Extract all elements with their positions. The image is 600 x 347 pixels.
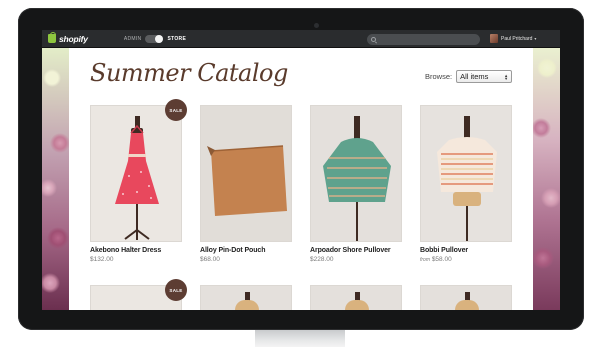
product-card[interactable]: Arpoador Shore Pullover $228.00 (310, 105, 402, 263)
product-name[interactable]: Arpoador Shore Pullover (310, 247, 402, 254)
product-name[interactable]: Alloy Pin-Dot Pouch (200, 247, 292, 254)
logo-text: shopify (59, 33, 88, 44)
browse-label: Browse: (425, 72, 453, 81)
product-image[interactable] (420, 285, 512, 310)
product-image[interactable] (200, 105, 292, 242)
product-card[interactable] (310, 285, 402, 310)
browse-filter: Browse: All items ▲ ▼ (425, 70, 513, 83)
product-card[interactable] (420, 285, 512, 310)
product-image[interactable] (200, 285, 292, 310)
mode-admin-label[interactable]: ADMIN (124, 36, 142, 42)
chevron-down-icon: ▾ (534, 36, 537, 41)
avatar (490, 34, 498, 43)
product-card[interactable] (200, 285, 292, 310)
mode-toggle-switch[interactable] (145, 34, 164, 43)
price-value: $68.00 (200, 256, 220, 263)
product-price: $228.00 (310, 256, 402, 263)
product-image[interactable] (420, 105, 512, 242)
product-card[interactable]: SALE (90, 279, 187, 310)
sale-badge: SALE (165, 279, 187, 301)
admin-store-toggle[interactable]: ADMIN STORE (124, 34, 186, 43)
shopify-bag-icon (48, 32, 56, 43)
product-price: from $58.00 (420, 256, 512, 263)
pouch-art (207, 145, 287, 216)
product-price: $132.00 (90, 256, 182, 263)
page-title: Summer Catalog (90, 59, 288, 87)
background-flowers-left (42, 48, 69, 310)
search-input[interactable] (379, 36, 474, 43)
product-image[interactable] (310, 285, 402, 310)
product-price: $68.00 (200, 256, 292, 263)
product-card[interactable]: Alloy Pin-Dot Pouch $68.00 (200, 105, 292, 263)
sale-badge: SALE (165, 99, 187, 121)
background-flowers-right (533, 48, 560, 310)
screen: shopify ADMIN STORE Paul Pritchard ▾ Sum… (42, 30, 560, 310)
admin-bar: shopify ADMIN STORE Paul Pritchard ▾ (42, 30, 560, 48)
price-value: $228.00 (310, 256, 334, 263)
product-card[interactable]: SALE Akebono Halter Dress $132.00 (90, 99, 187, 263)
product-name[interactable]: Akebono Halter Dress (90, 247, 182, 254)
monitor-stand (255, 330, 345, 347)
shore-pullover-art (323, 116, 391, 241)
user-menu[interactable]: Paul Pritchard ▾ (490, 34, 536, 43)
price-value: $132.00 (90, 256, 114, 263)
browse-select-value: All items (460, 72, 489, 81)
product-card[interactable]: Bobbi Pullover from $58.00 (420, 105, 512, 263)
search-box[interactable] (367, 34, 480, 45)
select-arrows-icon: ▲ ▼ (504, 72, 509, 81)
shopify-logo[interactable]: shopify (48, 32, 88, 44)
catalog-page: Summer Catalog Browse: All items ▲ ▼ SALE (69, 48, 533, 310)
price-prefix: from (420, 257, 430, 263)
browse-select[interactable]: All items ▲ ▼ (456, 70, 513, 83)
bobbi-pullover-art (437, 116, 497, 241)
halter-dress-art (115, 124, 159, 240)
toggle-knob (155, 34, 164, 43)
search-icon (371, 37, 376, 42)
product-image[interactable] (90, 105, 182, 242)
mode-store-label[interactable]: STORE (167, 36, 186, 42)
price-value: $58.00 (431, 256, 452, 263)
product-image[interactable] (310, 105, 402, 242)
camera-dot (314, 23, 319, 28)
user-name: Paul Pritchard (501, 35, 533, 42)
product-name[interactable]: Bobbi Pullover (420, 247, 512, 254)
